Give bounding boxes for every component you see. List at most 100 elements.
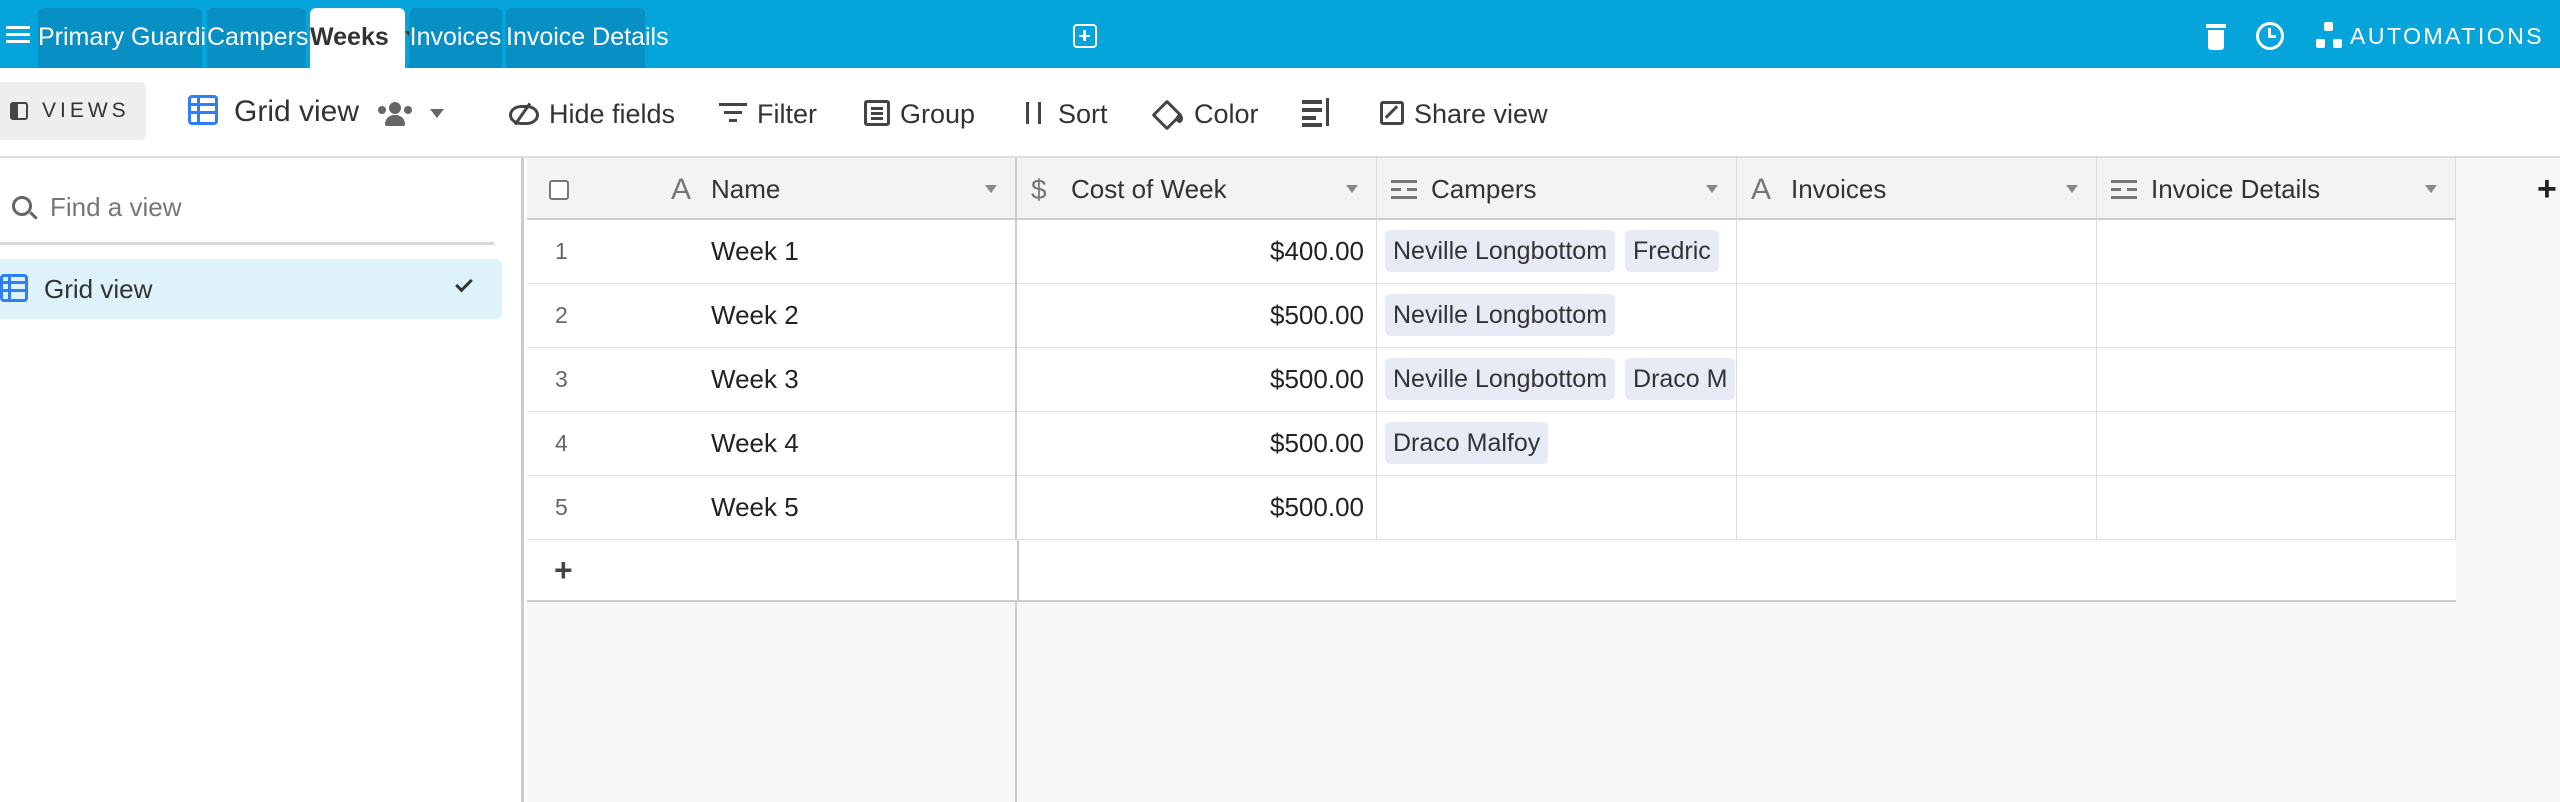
tab-invoice-details[interactable]: Invoice Details xyxy=(506,8,669,68)
cell-name[interactable]: Week 4 xyxy=(667,412,1017,475)
filter-label: Filter xyxy=(757,99,817,129)
cell-cost[interactable]: $500.00 xyxy=(1017,284,1377,347)
current-view-name[interactable]: Grid view xyxy=(234,94,359,130)
cell-invoice-details[interactable] xyxy=(2097,284,2456,347)
menu-icon[interactable] xyxy=(6,26,30,44)
row-number: 5 xyxy=(555,494,568,520)
column-header-name[interactable]: A Name xyxy=(527,158,1017,220)
row-number: 1 xyxy=(555,238,568,264)
chevron-down-icon[interactable] xyxy=(2425,185,2437,193)
row-number: 4 xyxy=(555,430,568,456)
cell-invoices[interactable] xyxy=(1737,284,2097,347)
chevron-down-icon[interactable] xyxy=(1346,185,1358,193)
trash-icon[interactable] xyxy=(2206,24,2226,50)
tab-weeks[interactable]: Weeks xyxy=(310,8,419,68)
share-view-button[interactable]: Share view xyxy=(1380,96,1548,132)
hide-fields-button[interactable]: Hide fields xyxy=(507,96,675,132)
column-label: Campers xyxy=(1431,174,1537,204)
color-icon xyxy=(1154,100,1184,126)
filter-button[interactable]: Filter xyxy=(719,96,817,132)
cell-campers[interactable] xyxy=(1377,476,1737,539)
grid-header: A Name $ Cost of Week Campers A Invoices… xyxy=(527,158,2456,220)
cell-name[interactable]: Week 3 xyxy=(667,348,1017,411)
table-row[interactable]: 4 Week 4 $500.00 Draco Malfoy xyxy=(527,412,2456,476)
column-label: Name xyxy=(711,174,781,204)
cell-invoice-details[interactable] xyxy=(2097,476,2456,539)
linked-record-pill[interactable]: Draco Malfoy xyxy=(1385,422,1549,465)
cell-name[interactable]: Week 2 xyxy=(667,284,1017,347)
column-label: Invoice Details xyxy=(2151,174,2321,204)
add-row-button[interactable]: + xyxy=(527,540,2456,602)
add-tab-icon[interactable] xyxy=(1073,24,1097,48)
tab-label: Weeks xyxy=(310,23,389,51)
cell-invoices[interactable] xyxy=(1737,348,2097,411)
group-button[interactable]: Group xyxy=(864,96,975,132)
cell-name[interactable]: Week 1 xyxy=(667,220,1017,283)
cell-invoices[interactable] xyxy=(1737,220,2097,283)
link-field-icon xyxy=(1391,177,1417,203)
cell-cost[interactable]: $500.00 xyxy=(1017,348,1377,411)
tab-campers[interactable]: Campers xyxy=(207,8,308,68)
sidebar-view-grid[interactable]: Grid view xyxy=(0,259,502,319)
sort-button[interactable]: Sort xyxy=(1022,96,1108,132)
currency-field-icon: $ xyxy=(1031,174,1047,205)
cell-invoices[interactable] xyxy=(1737,412,2097,475)
tab-label: Invoice Details xyxy=(506,23,669,51)
views-sidebar: Grid view xyxy=(0,158,524,802)
cell-campers[interactable]: Draco Malfoy xyxy=(1377,412,1737,475)
chevron-down-icon[interactable] xyxy=(985,185,997,193)
automations-button[interactable]: AUTOMATIONS xyxy=(2350,22,2544,50)
linked-record-pill[interactable]: Draco M xyxy=(1625,358,1736,401)
table-row[interactable]: 2 Week 2 $500.00 Neville Longbottom xyxy=(527,284,2456,348)
find-view-input[interactable] xyxy=(50,188,490,226)
row-height-icon[interactable] xyxy=(1302,98,1332,127)
column-header-cost-of-week[interactable]: $ Cost of Week xyxy=(1017,158,1377,220)
tab-invoices[interactable]: Invoices xyxy=(409,8,502,68)
cell-invoice-details[interactable] xyxy=(2097,412,2456,475)
linked-record-pill[interactable]: Neville Longbottom xyxy=(1385,358,1616,401)
sort-label: Sort xyxy=(1058,99,1108,129)
table-tab-bar: Primary Guardians Campers Weeks Invoices… xyxy=(0,0,2560,68)
cell-campers[interactable]: Neville Longbottom Fredric xyxy=(1377,220,1737,283)
cell-cost[interactable]: $400.00 xyxy=(1017,220,1377,283)
select-all-checkbox[interactable] xyxy=(549,180,569,200)
cell-invoices[interactable] xyxy=(1737,476,2097,539)
filter-icon xyxy=(719,102,747,123)
view-toolbar: VIEWS Grid view Hide fields Filter Group… xyxy=(0,68,2560,158)
history-icon[interactable] xyxy=(2256,22,2284,50)
text-field-icon: A xyxy=(1751,173,1772,206)
table-row[interactable]: 5 Week 5 $500.00 xyxy=(527,476,2456,540)
cell-invoice-details[interactable] xyxy=(2097,348,2456,411)
color-button[interactable]: Color xyxy=(1154,96,1259,132)
column-header-campers[interactable]: Campers xyxy=(1377,158,1737,220)
cell-campers[interactable]: Neville Longbottom xyxy=(1377,284,1737,347)
linked-record-pill[interactable]: Neville Longbottom xyxy=(1385,230,1616,273)
automations-icon[interactable] xyxy=(2316,22,2342,50)
cell-campers[interactable]: Neville Longbottom Draco M xyxy=(1377,348,1737,411)
views-label: VIEWS xyxy=(42,99,130,122)
share-view-label: Share view xyxy=(1414,99,1548,129)
cell-invoice-details[interactable] xyxy=(2097,220,2456,283)
collaborators-icon xyxy=(378,102,412,126)
chevron-down-icon[interactable] xyxy=(2066,185,2078,193)
views-toggle-button[interactable]: VIEWS xyxy=(0,82,146,140)
hide-fields-icon xyxy=(507,103,539,125)
column-header-invoice-details[interactable]: Invoice Details xyxy=(2097,158,2456,220)
tab-primary-guardians[interactable]: Primary Guardians xyxy=(38,8,246,68)
cell-cost[interactable]: $500.00 xyxy=(1017,476,1377,539)
column-header-invoices[interactable]: A Invoices xyxy=(1737,158,2097,220)
cell-name[interactable]: Week 5 xyxy=(667,476,1017,539)
linked-record-pill[interactable]: Fredric xyxy=(1625,230,1719,273)
cell-cost[interactable]: $500.00 xyxy=(1017,412,1377,475)
add-field-button[interactable]: + xyxy=(2537,172,2557,206)
chevron-down-icon[interactable] xyxy=(430,109,444,118)
text-field-icon: A xyxy=(671,173,692,206)
linked-record-pill[interactable]: Neville Longbottom xyxy=(1385,294,1616,337)
column-label: Invoices xyxy=(1791,174,1887,204)
add-row-plus[interactable]: + xyxy=(554,554,573,586)
table-row[interactable]: 3 Week 3 $500.00 Neville Longbottom Draco… xyxy=(527,348,2456,412)
chevron-down-icon[interactable] xyxy=(1706,185,1718,193)
row-number: 3 xyxy=(555,366,568,392)
group-label: Group xyxy=(900,99,976,129)
table-row[interactable]: 1 Week 1 $400.00 Neville Longbottom Fredr… xyxy=(527,220,2456,284)
